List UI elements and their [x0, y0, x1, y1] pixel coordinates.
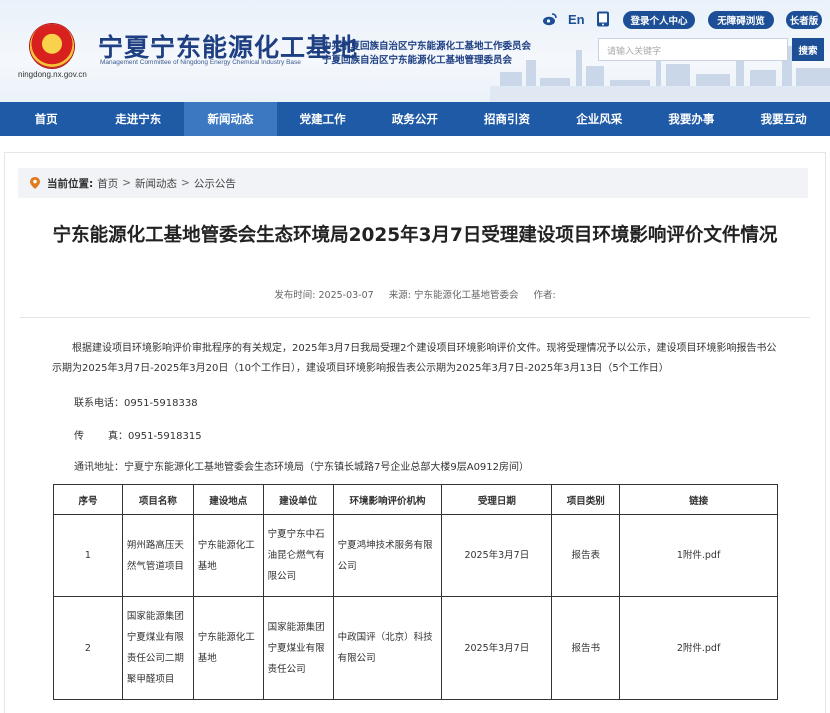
- elder-mode-button[interactable]: 长者版: [786, 11, 822, 29]
- breadcrumb-label: 当前位置:: [47, 177, 94, 190]
- barrier-free-button[interactable]: 无障碍浏览: [708, 11, 774, 29]
- cell-date: 2025年3月7日: [441, 514, 553, 597]
- location-pin-icon: [30, 177, 40, 189]
- table-row: 1 朔州路高压天然气管道项目 宁东能源化工基地 宁夏宁东中石油昆仑燃气有限公司 …: [53, 514, 778, 597]
- author-label: 作者:: [533, 290, 556, 301]
- breadcrumb-separator: >: [181, 177, 190, 189]
- table-row: 2 国家能源集团宁夏煤业有限责任公司二期聚甲醛项目 宁东能源化工基地 国家能源集…: [53, 596, 778, 700]
- breadcrumb: 当前位置: 首页 > 新闻动态 > 公示公告: [18, 168, 808, 198]
- contact-phone: 联系电话：0951-5918338: [74, 394, 198, 409]
- header-date: 受理日期: [441, 484, 553, 515]
- cell-no: 1: [53, 514, 123, 597]
- industrial-skyline-graphic: [490, 42, 830, 102]
- source-value: 宁东能源化工基地管委会: [413, 290, 519, 301]
- phone-label: 联系电话：: [74, 398, 124, 409]
- language-toggle[interactable]: En: [568, 12, 585, 27]
- header-link: 链接: [619, 484, 778, 515]
- top-utility-icons: En: [542, 11, 611, 27]
- nav-item-investment[interactable]: 招商引资: [461, 102, 553, 136]
- site-title-english: Management Committee of Ningdong Energy …: [100, 59, 301, 66]
- cell-location: 宁东能源化工基地: [192, 514, 264, 597]
- publish-time-label: 发布时间:: [274, 290, 316, 301]
- header-no: 序号: [53, 484, 123, 515]
- cell-date: 2025年3月7日: [441, 596, 553, 700]
- fax-label-first: 传: [74, 431, 84, 442]
- nav-item-services[interactable]: 我要办事: [645, 102, 737, 136]
- article-meta: 发布时间: 2025-03-07 来源: 宁东能源化工基地管委会 作者:: [0, 287, 830, 301]
- main-nav: 首页 走进宁东 新闻动态 党建工作 政务公开 招商引资 企业风采 我要办事 我要…: [0, 102, 830, 136]
- header-location: 建设地点: [192, 484, 264, 515]
- phone-value: 0951-5918338: [124, 398, 198, 409]
- mobile-icon[interactable]: [595, 11, 611, 27]
- publish-time-value: 2025-03-07: [318, 290, 374, 301]
- org-line-party-committee: 中共宁夏回族自治区宁东能源化工基地工作委员会: [322, 41, 532, 52]
- weibo-icon[interactable]: [542, 11, 558, 27]
- header-project-name: 项目名称: [121, 484, 194, 515]
- nav-item-party[interactable]: 党建工作: [277, 102, 369, 136]
- cell-builder: 宁夏宁东中石油昆仑燃气有限公司: [262, 514, 334, 597]
- fax-label-second: 真：: [108, 431, 128, 442]
- article-paragraph: 根据建设项目环境影响评价审批程序的有关规定，2025年3月7日我局受理2个建设项…: [52, 343, 777, 374]
- nav-item-government[interactable]: 政务公开: [369, 102, 461, 136]
- org-line-management-committee: 宁夏回族自治区宁东能源化工基地管理委员会: [322, 55, 513, 66]
- breadcrumb-news[interactable]: 新闻动态: [135, 176, 177, 191]
- cell-agency: 宁夏鸿坤技术服务有限公司: [332, 514, 443, 597]
- cell-attachment-link[interactable]: 2附件.pdf: [619, 596, 778, 700]
- breadcrumb-home[interactable]: 首页: [97, 176, 118, 191]
- search-button[interactable]: 搜索: [792, 38, 824, 61]
- author: 作者:: [534, 290, 556, 301]
- national-emblem-logo[interactable]: [30, 24, 74, 68]
- address-value: 宁夏宁东能源化工基地管委会生态环境局（宁东镇长城路7号企业总部大楼9层A0912…: [124, 462, 530, 473]
- cell-category: 报告表: [551, 514, 621, 597]
- site-url: ningdong.nx.gov.cn: [18, 70, 87, 79]
- header-agency: 环境影响评价机构: [332, 484, 443, 515]
- cell-project-name: 朔州路高压天然气管道项目: [121, 514, 194, 597]
- cell-location: 宁东能源化工基地: [192, 596, 264, 700]
- search-input[interactable]: 请输入关键字: [598, 38, 788, 61]
- cell-project-name: 国家能源集团宁夏煤业有限责任公司二期聚甲醛项目: [121, 596, 194, 700]
- cell-agency: 中政国评（北京）科技有限公司: [332, 596, 443, 700]
- breadcrumb-separator: >: [122, 177, 132, 189]
- login-button[interactable]: 登录个人中心: [623, 11, 695, 29]
- site-header: ningdong.nx.gov.cn 宁夏宁东能源化工基地 Management…: [0, 0, 830, 102]
- publish-time: 发布时间: 2025-03-07: [274, 290, 373, 301]
- contact-address: 通讯地址：宁夏宁东能源化工基地管委会生态环境局（宁东镇长城路7号企业总部大楼9层…: [74, 458, 529, 473]
- divider: [20, 317, 810, 318]
- table-header-row: 序号 项目名称 建设地点 建设单位 环境影响评价机构 受理日期 项目类别 链接: [53, 484, 778, 515]
- address-label: 通讯地址：: [74, 462, 124, 473]
- nav-item-news[interactable]: 新闻动态: [184, 102, 277, 136]
- header-category: 项目类别: [551, 484, 621, 515]
- nav-item-interact[interactable]: 我要互动: [738, 102, 830, 136]
- cell-no: 2: [53, 596, 123, 700]
- nav-item-enterprise[interactable]: 企业风采: [553, 102, 645, 136]
- breadcrumb-notices[interactable]: 公示公告: [194, 176, 236, 191]
- fax-value: 0951-5918315: [128, 431, 202, 442]
- nav-item-home[interactable]: 首页: [0, 102, 92, 136]
- nav-item-about[interactable]: 走进宁东: [92, 102, 184, 136]
- article-title: 宁东能源化工基地管委会生态环境局2025年3月7日受理建设项目环境影响评价文件情…: [52, 225, 778, 246]
- project-table: 序号 项目名称 建设地点 建设单位 环境影响评价机构 受理日期 项目类别 链接 …: [53, 484, 778, 700]
- source-label: 来源:: [388, 290, 411, 301]
- cell-builder: 国家能源集团宁夏煤业有限责任公司: [262, 596, 334, 700]
- cell-attachment-link[interactable]: 1附件.pdf: [619, 514, 778, 597]
- cell-category: 报告书: [551, 596, 621, 700]
- contact-fax: 传 真：0951-5918315: [74, 427, 202, 442]
- source: 来源: 宁东能源化工基地管委会: [389, 290, 519, 301]
- header-builder: 建设单位: [262, 484, 334, 515]
